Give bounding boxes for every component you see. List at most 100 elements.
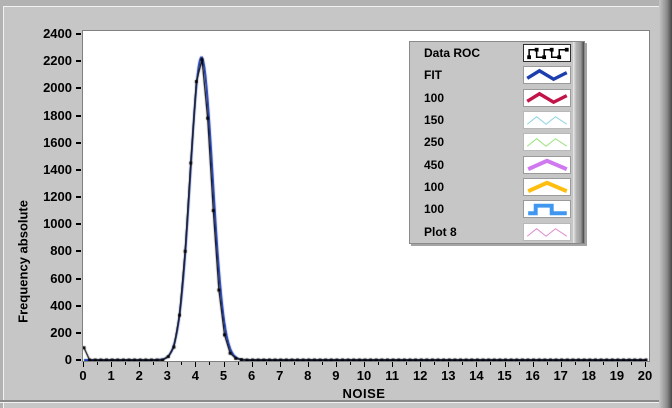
legend-plot-style-swatch[interactable]: [523, 223, 571, 241]
legend-item-label: 150: [424, 113, 444, 127]
zigzag-thick-icon: [524, 67, 570, 83]
legend-plot-style-swatch[interactable]: [523, 89, 571, 107]
x-tick-label: 6: [237, 368, 267, 383]
x-axis-title: NOISE: [214, 386, 514, 401]
y-tick-mark: [76, 60, 81, 62]
y-tick-label: 1200: [0, 190, 72, 204]
y-tick-label: 1400: [0, 163, 72, 177]
legend-item-label: 100: [424, 91, 444, 105]
legend-plot-style-swatch[interactable]: [523, 178, 571, 196]
legend-item: 450: [410, 154, 573, 176]
x-tick-minor-mark: [406, 362, 407, 365]
x-tick-minor-mark: [434, 362, 435, 365]
x-tick-label: 20: [630, 368, 660, 383]
x-tick-label: 8: [293, 368, 323, 383]
x-tick-label: 12: [405, 368, 435, 383]
x-tick-minor-mark: [322, 362, 323, 365]
x-tick-minor-mark: [97, 362, 98, 365]
y-tick-label: 2200: [0, 54, 72, 68]
zigzag-thin-icon: [524, 224, 570, 240]
x-tick-minor-mark: [125, 362, 126, 365]
x-tick-label: 2: [124, 368, 154, 383]
legend-item: FIT: [410, 64, 573, 86]
x-tick-minor-mark: [547, 362, 548, 365]
chevron-thick-icon: [524, 179, 570, 195]
x-tick-mark: [505, 362, 506, 367]
legend-item-label: FIT: [424, 68, 442, 82]
x-tick-label: 3: [152, 368, 182, 383]
plot-legend-rows: Data ROCFIT100150250450100100Plot 8: [410, 42, 573, 243]
legend-item: 100: [410, 176, 573, 198]
y-tick-mark: [76, 332, 81, 334]
x-tick-minor-mark: [462, 362, 463, 365]
x-tick-minor-mark: [266, 362, 267, 365]
y-tick-label: 2000: [0, 81, 72, 95]
x-tick-mark: [195, 362, 196, 367]
x-tick-mark: [364, 362, 365, 367]
y-tick-mark: [76, 305, 81, 307]
x-tick-label: 5: [209, 368, 239, 383]
y-tick-mark: [76, 142, 81, 144]
plot-legend[interactable]: Data ROCFIT100150250450100100Plot 8: [409, 41, 585, 244]
legend-scrollbar[interactable]: [573, 42, 584, 243]
zigzag-thick-icon: [524, 90, 570, 106]
legend-item: 150: [410, 109, 573, 131]
y-tick-mark: [76, 87, 81, 89]
legend-plot-style-swatch[interactable]: [523, 156, 571, 174]
x-tick-mark: [280, 362, 281, 367]
y-tick-label: 800: [0, 244, 72, 258]
x-tick-mark: [83, 362, 84, 367]
x-tick-mark: [252, 362, 253, 367]
x-tick-label: 10: [349, 368, 379, 383]
y-tick-mark: [76, 223, 81, 225]
legend-plot-style-swatch[interactable]: [523, 44, 571, 62]
y-tick-label: 2400: [0, 27, 72, 41]
legend-item: 250: [410, 131, 573, 153]
chevron-thick-icon: [524, 157, 570, 173]
x-tick-mark: [420, 362, 421, 367]
y-tick-label: 0: [0, 353, 72, 367]
x-tick-minor-mark: [238, 362, 239, 365]
y-tick-mark: [76, 359, 81, 361]
legend-item: Plot 8: [410, 221, 573, 243]
y-tick-mark: [76, 169, 81, 171]
legend-item-label: 100: [424, 180, 444, 194]
legend-plot-style-swatch[interactable]: [523, 66, 571, 84]
x-tick-mark: [139, 362, 140, 367]
x-tick-label: 7: [265, 368, 295, 383]
x-tick-mark: [617, 362, 618, 367]
x-tick-label: 16: [518, 368, 548, 383]
x-tick-minor-mark: [350, 362, 351, 365]
x-tick-label: 11: [377, 368, 407, 383]
legend-item-label: Data ROC: [424, 46, 480, 60]
x-tick-minor-mark: [490, 362, 491, 365]
legend-item: 100: [410, 198, 573, 220]
x-tick-label: 1: [96, 368, 126, 383]
x-tick-minor-mark: [519, 362, 520, 365]
y-tick-mark: [76, 278, 81, 280]
x-tick-label: 18: [574, 368, 604, 383]
x-tick-minor-mark: [631, 362, 632, 365]
y-tick-label: 400: [0, 299, 72, 313]
square-wave-thick-icon: [524, 201, 570, 217]
x-tick-mark: [308, 362, 309, 367]
legend-plot-style-swatch[interactable]: [523, 111, 571, 129]
y-tick-mark: [76, 250, 81, 252]
legend-plot-style-swatch[interactable]: [523, 200, 571, 218]
y-tick-label: 600: [0, 272, 72, 286]
x-tick-mark: [336, 362, 337, 367]
zigzag-thin-icon: [524, 134, 570, 150]
x-tick-mark: [589, 362, 590, 367]
y-tick-mark: [76, 33, 81, 35]
legend-item-label: 450: [424, 158, 444, 172]
x-tick-label: 19: [602, 368, 632, 383]
legend-item-label: 250: [424, 135, 444, 149]
x-tick-mark: [448, 362, 449, 367]
x-tick-label: 4: [180, 368, 210, 383]
y-tick-mark: [76, 196, 81, 198]
x-tick-label: 9: [321, 368, 351, 383]
legend-plot-style-swatch[interactable]: [523, 133, 571, 151]
legend-item: Data ROC: [410, 42, 573, 64]
y-tick-label: 1000: [0, 217, 72, 231]
x-tick-label: 0: [68, 368, 98, 383]
